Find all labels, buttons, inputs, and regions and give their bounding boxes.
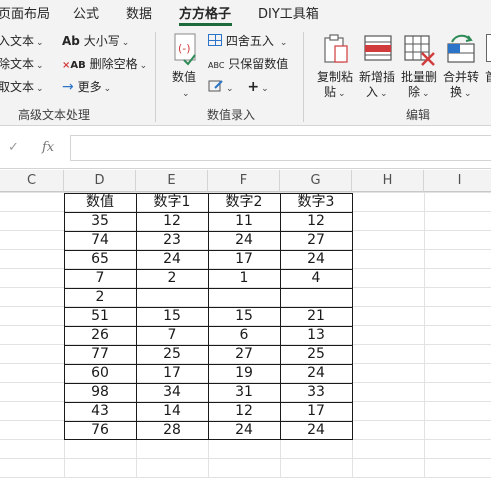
chevron-down-icon: ⌄ xyxy=(36,38,44,48)
insert-label-2: 入 ⌄ xyxy=(366,85,388,99)
round-label: 四舍五入 xyxy=(225,34,274,48)
number-format-icon: (-) xyxy=(174,33,196,66)
delete-text-label: 除文本 xyxy=(0,57,35,71)
worksheet-grid[interactable]: C D E F G H I 数值 数字1 数字2 数字3 35 12 11 12 74 23 24 2… xyxy=(0,170,491,478)
case-button[interactable]: Ab 大小写 ⌄ xyxy=(62,33,129,51)
chevron-down-icon: ⌄ xyxy=(103,84,112,94)
table-border-line xyxy=(64,250,353,251)
chevron-down-icon: ⌄ xyxy=(36,61,44,71)
ribbon: 入文本 ⌄ 除文本 ⌄ 取文本 ⌄ Ab 大小写 ⌄ ×AB 删除空格 ⌄ → 更多 ⌄ 高… xyxy=(0,26,491,126)
truncated-button-icon xyxy=(486,34,491,62)
column-header-c[interactable]: C xyxy=(0,170,64,192)
formula-bar: ✓ fx xyxy=(0,127,491,169)
extract-text-button[interactable]: 取文本 ⌄ xyxy=(0,79,44,97)
more-button[interactable]: → 更多 ⌄ xyxy=(62,79,111,97)
merge-convert-button[interactable]: 合并转 换 ⌄ xyxy=(442,32,482,102)
remove-spaces-icon: ×AB xyxy=(62,60,86,71)
batch-delete-button[interactable]: 批量删 除 ⌄ xyxy=(400,32,440,102)
remove-spaces-label: 删除空格 xyxy=(89,57,138,71)
merge-label-2: 换 ⌄ xyxy=(450,85,472,99)
truncated-button-label[interactable]: 首 xyxy=(485,69,491,85)
column-header-f[interactable]: F xyxy=(208,170,280,192)
gridline xyxy=(424,192,425,478)
table-border-line xyxy=(64,402,353,403)
column-header-h[interactable]: H xyxy=(352,170,424,192)
chevron-down-icon: ⌄ xyxy=(182,89,190,99)
gridline xyxy=(0,458,491,459)
insert-button[interactable]: 新增插 入 ⌄ xyxy=(358,32,398,102)
keep-numbers-button[interactable]: ABC 只保留数值 xyxy=(208,56,288,74)
plus-icon[interactable]: + xyxy=(247,79,259,95)
number-label: 数值 xyxy=(172,70,197,84)
confirm-icon[interactable]: ✓ xyxy=(8,140,19,155)
table-border-line xyxy=(64,231,353,232)
chevron-down-icon: ⌄ xyxy=(139,61,148,71)
group-label-edit: 编辑 xyxy=(406,108,431,122)
column-header-row: C D E F G H I xyxy=(0,170,491,192)
copy-paste-label-2: 贴 ⌄ xyxy=(324,85,346,99)
edit-pencil-icon xyxy=(208,80,223,92)
arrow-right-icon: → xyxy=(62,79,74,95)
svg-text:(-): (-) xyxy=(178,42,191,55)
table-border-line xyxy=(64,307,353,308)
tab-formulas[interactable]: 公式 xyxy=(73,3,99,22)
table-border-line xyxy=(64,421,353,422)
column-header-g[interactable]: G xyxy=(280,170,352,192)
batch-delete-label: 批量删 xyxy=(401,70,438,84)
group-divider xyxy=(303,32,304,122)
keep-numbers-label: 只保留数值 xyxy=(228,57,289,71)
case-icon: Ab xyxy=(62,34,80,48)
tab-page-layout[interactable]: 页面布局 xyxy=(0,3,50,22)
table-border-line xyxy=(64,345,353,346)
extract-text-label: 取文本 xyxy=(0,80,35,94)
clipboard-icon xyxy=(324,34,348,63)
copy-paste-button[interactable]: 复制粘 贴 ⌄ xyxy=(316,32,356,102)
copy-paste-label: 复制粘 xyxy=(317,70,354,84)
remove-spaces-button[interactable]: ×AB 删除空格 ⌄ xyxy=(62,56,147,74)
insert-text-button[interactable]: 入文本 ⌄ xyxy=(0,33,44,51)
chevron-down-icon: ⌄ xyxy=(226,84,234,94)
merge-label: 合并转 xyxy=(443,70,480,84)
number-button[interactable]: (-) 数值 ⌄ xyxy=(170,32,202,102)
chevron-down-icon: ⌄ xyxy=(121,38,130,48)
round-button[interactable]: 四舍五入 ⌄ xyxy=(208,33,287,51)
more-label: 更多 xyxy=(77,80,102,94)
table-border-line xyxy=(64,383,353,384)
chevron-down-icon: ⌄ xyxy=(279,38,288,48)
chevron-down-icon: ⌄ xyxy=(261,84,269,94)
delete-text-button[interactable]: 除文本 ⌄ xyxy=(0,56,44,74)
table-border-line xyxy=(64,269,353,270)
batch-delete-label-2: 除 ⌄ xyxy=(408,85,430,99)
round-icon xyxy=(208,34,222,46)
group-divider xyxy=(155,32,156,122)
insert-text-label: 入文本 xyxy=(0,34,35,48)
table-border-line xyxy=(64,364,353,365)
insert-rows-icon xyxy=(364,35,392,61)
tab-diy-toolbox[interactable]: DIY工具箱 xyxy=(258,3,319,22)
function-icon[interactable]: fx xyxy=(42,140,54,155)
column-header-d[interactable]: D xyxy=(64,170,136,192)
tab-fangfanggezi[interactable]: 方方格子 xyxy=(179,3,231,22)
ribbon-tab-bar: 页面布局 公式 数据 方方格子 DIY工具箱 xyxy=(0,0,491,26)
chevron-down-icon: ⌄ xyxy=(36,84,44,94)
keep-numbers-icon: ABC xyxy=(208,61,225,70)
merge-icon xyxy=(447,34,475,63)
column-header-i[interactable]: I xyxy=(424,170,491,192)
formula-input[interactable] xyxy=(70,135,491,161)
group-label-text-processing: 高级文本处理 xyxy=(18,108,91,122)
table-border-line xyxy=(64,288,353,289)
table-border-line xyxy=(64,212,353,213)
tab-data[interactable]: 数据 xyxy=(126,3,152,22)
insert-label: 新增插 xyxy=(359,70,396,84)
case-label: 大小写 xyxy=(83,34,120,48)
delete-grid-icon xyxy=(404,35,435,66)
table-border-line xyxy=(64,326,353,327)
column-header-e[interactable]: E xyxy=(136,170,208,192)
edit-numbers-button[interactable]: ⌄ + ⌄ xyxy=(208,79,269,97)
group-label-number-entry: 数值录入 xyxy=(207,108,256,122)
